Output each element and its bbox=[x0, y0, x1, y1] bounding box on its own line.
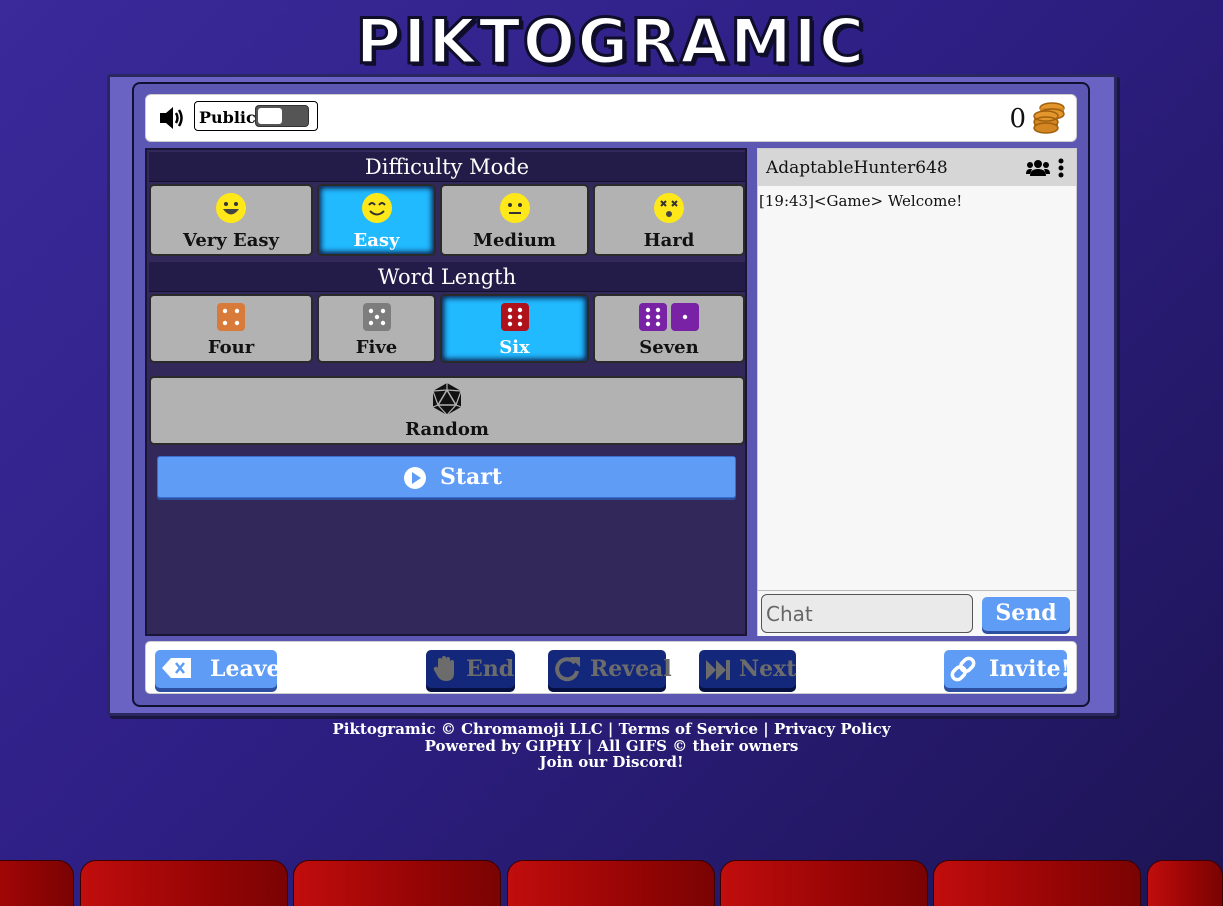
theater-seat bbox=[933, 860, 1141, 906]
end-button[interactable]: End bbox=[426, 650, 515, 688]
difficulty-medium-button[interactable]: Medium bbox=[440, 184, 589, 256]
chat-username: AdaptableHunter648 bbox=[766, 158, 948, 178]
next-button[interactable]: Next bbox=[699, 650, 796, 688]
coin-count: 0 bbox=[1009, 104, 1026, 134]
more-options-icon[interactable] bbox=[1058, 158, 1064, 178]
public-toggle[interactable] bbox=[255, 105, 309, 127]
top-bar: Public 0 bbox=[145, 94, 1077, 142]
word-length-six-button[interactable]: Six bbox=[440, 294, 589, 363]
chat-header: AdaptableHunter648 bbox=[758, 149, 1076, 186]
skip-forward-icon bbox=[706, 660, 730, 680]
chat-input-area: Send bbox=[758, 590, 1076, 636]
public-toggle-box: Public bbox=[194, 101, 318, 131]
theater-seat bbox=[80, 860, 288, 906]
game-options-panel: Difficulty Mode Very Easy Easy Medium Ha… bbox=[145, 148, 747, 636]
footer-discord-link[interactable]: Join our Discord! bbox=[0, 753, 1223, 771]
word-length-random-button[interactable]: Random bbox=[149, 376, 745, 445]
word-length-five-button[interactable]: Five bbox=[317, 294, 436, 363]
coins-icon bbox=[1032, 100, 1066, 134]
invite-button[interactable]: Invite! bbox=[944, 650, 1070, 688]
theater-seat bbox=[507, 860, 715, 906]
dice-seven-icon bbox=[639, 303, 699, 331]
chat-panel: AdaptableHunter648 [19:43]<Game> Welcome… bbox=[757, 148, 1077, 636]
easy-emoji-icon bbox=[361, 193, 392, 223]
leave-button[interactable]: Leave bbox=[155, 650, 281, 688]
play-circle-icon bbox=[404, 467, 426, 489]
word-length-seven-button[interactable]: Seven bbox=[593, 294, 745, 363]
very-easy-emoji-icon bbox=[216, 193, 246, 223]
word-length-header: Word Length bbox=[149, 262, 745, 292]
users-icon[interactable] bbox=[1026, 159, 1050, 177]
word-length-four-button[interactable]: Four bbox=[149, 294, 313, 363]
medium-emoji-icon bbox=[499, 193, 530, 223]
reveal-button[interactable]: Reveal bbox=[548, 650, 672, 688]
link-icon bbox=[950, 656, 976, 682]
start-button[interactable]: Start bbox=[157, 456, 736, 498]
difficulty-easy-button[interactable]: Easy bbox=[317, 184, 436, 256]
difficulty-hard-button[interactable]: Hard bbox=[593, 184, 745, 256]
hand-stop-icon bbox=[433, 656, 454, 681]
action-bar: Leave End Reveal Next Invite! bbox=[145, 641, 1077, 694]
redo-arrow-icon bbox=[555, 657, 580, 682]
difficulty-very-easy-button[interactable]: Very Easy bbox=[149, 184, 313, 256]
theater-seat bbox=[720, 860, 928, 906]
backspace-icon bbox=[162, 658, 191, 678]
theater-seat bbox=[293, 860, 501, 906]
theater-seat bbox=[1147, 860, 1223, 906]
chat-input[interactable] bbox=[761, 594, 973, 633]
dice-five-icon bbox=[362, 303, 391, 331]
speaker-icon[interactable] bbox=[158, 103, 186, 133]
toggle-knob bbox=[258, 108, 282, 124]
send-button[interactable]: Send bbox=[982, 597, 1070, 631]
dice-six-icon bbox=[500, 303, 529, 331]
public-label: Public bbox=[199, 108, 256, 127]
difficulty-header: Difficulty Mode bbox=[149, 152, 745, 182]
hard-emoji-icon bbox=[654, 193, 684, 223]
theater-seat bbox=[0, 860, 74, 906]
d20-dice-icon bbox=[432, 383, 462, 416]
chat-message: [19:43]<Game> Welcome! bbox=[759, 192, 963, 210]
dice-four-icon bbox=[217, 303, 245, 331]
footer-copyright-links[interactable]: Piktogramic © Chromamoji LLC | Terms of … bbox=[0, 720, 1223, 738]
